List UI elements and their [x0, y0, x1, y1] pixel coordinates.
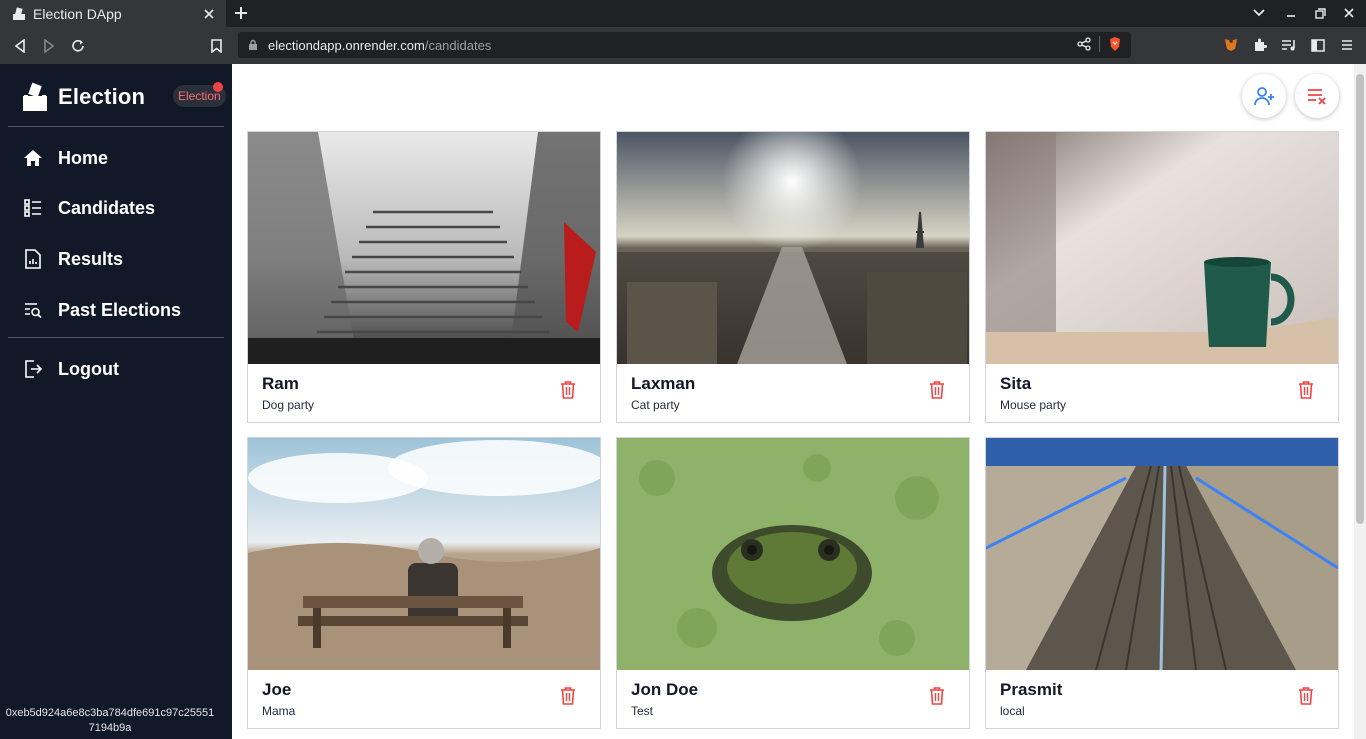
ballot-favicon-icon — [12, 6, 26, 21]
candidate-name: Sita — [1000, 374, 1032, 393]
home-icon — [22, 147, 44, 169]
candidate-party: Test — [631, 704, 654, 718]
delete-candidate-icon[interactable] — [1296, 378, 1316, 400]
delete-candidate-icon[interactable] — [1296, 684, 1316, 706]
candidate-name: Prasmit — [1000, 680, 1063, 699]
sidebar-item-results[interactable]: Results — [22, 244, 123, 274]
sidebar-divider-top — [8, 126, 224, 127]
notification-dot — [213, 82, 223, 92]
sidebar-item-candidates[interactable]: Candidates — [22, 193, 155, 223]
sidebar-item-home[interactable]: Home — [22, 143, 108, 173]
bookmark-icon[interactable] — [206, 36, 226, 56]
url-host: electiondapp.onrender.com — [268, 37, 425, 53]
close-window-icon[interactable] — [1340, 4, 1358, 22]
back-icon[interactable] — [10, 36, 30, 56]
sidebar: Election Election Home Candidates Result… — [0, 64, 232, 739]
omnibox-separator — [1099, 36, 1100, 52]
close-tab-icon[interactable] — [199, 4, 219, 24]
sidebar-toggle-icon[interactable] — [1309, 36, 1327, 54]
candidates-page: Ram Dog party Laxman Cat party Sita Mous… — [232, 64, 1354, 739]
sidebar-divider-bottom — [8, 337, 224, 338]
candidate-party: Cat party — [631, 398, 680, 412]
candidate-card[interactable]: Prasmit local — [985, 437, 1339, 729]
menu-icon[interactable] — [1338, 36, 1356, 54]
extensions-icon[interactable] — [1251, 36, 1269, 54]
candidate-name: Ram — [262, 374, 299, 393]
brave-shields-icon[interactable] — [1108, 36, 1122, 52]
candidate-card[interactable]: Ram Dog party — [247, 131, 601, 423]
candidate-party: local — [1000, 704, 1025, 718]
candidate-name: Joe — [262, 680, 292, 699]
wallet-address: 0xeb5d924a6e8c3ba784dfe691c97c255517194b… — [5, 707, 215, 734]
page-scrollbar[interactable] — [1354, 64, 1366, 739]
sidebar-item-past-elections[interactable]: Past Elections — [22, 295, 181, 325]
lock-icon[interactable] — [247, 39, 259, 51]
candidate-name: Jon Doe — [631, 680, 699, 699]
candidate-photo-green-mug-bed — [986, 132, 1338, 364]
browser-tab-bar: Election DApp — [0, 0, 1366, 27]
address-bar[interactable]: electiondapp.onrender.com/candidates — [238, 32, 1131, 58]
scrollbar-thumb[interactable] — [1356, 74, 1364, 524]
browser-tab[interactable]: Election DApp — [0, 0, 226, 27]
candidate-photo-paris-skyline — [617, 132, 969, 364]
forward-icon[interactable] — [39, 36, 59, 56]
candidate-photo-foggy-stairs — [248, 132, 600, 364]
minimize-icon[interactable] — [1282, 4, 1300, 22]
candidate-card[interactable]: Laxman Cat party — [616, 131, 970, 423]
candidate-card[interactable]: Jon Doe Test — [616, 437, 970, 729]
logout-label: Logout — [58, 358, 119, 379]
url-path: /candidates — [424, 37, 492, 53]
metamask-icon[interactable] — [1222, 36, 1240, 54]
candidate-photo-person-on-bench — [248, 438, 600, 670]
browser-toolbar: electiondapp.onrender.com/candidates — [0, 27, 1366, 64]
document-chart-icon — [22, 248, 44, 270]
candidate-photo-frog-in-pond — [617, 438, 969, 670]
restore-icon[interactable] — [1311, 4, 1329, 22]
reload-icon[interactable] — [68, 36, 88, 56]
candidate-party: Mouse party — [1000, 398, 1067, 412]
search-list-icon — [22, 299, 44, 321]
candidate-photo-railway-tracks — [986, 438, 1338, 670]
logout-button[interactable]: Logout — [22, 354, 119, 384]
add-candidate-button[interactable] — [1242, 74, 1286, 118]
candidate-card[interactable]: Sita Mouse party — [985, 131, 1339, 423]
ballot-box-icon — [22, 82, 48, 112]
delete-candidate-icon[interactable] — [927, 378, 947, 400]
candidate-name: Laxman — [631, 374, 696, 393]
sidebar-item-label: Candidates — [58, 197, 156, 218]
brand[interactable]: Election — [22, 81, 145, 113]
clear-list-icon — [1306, 85, 1328, 107]
tab-search-icon[interactable] — [1250, 4, 1268, 22]
candidate-party: Mama — [262, 704, 296, 718]
delete-candidate-icon[interactable] — [558, 684, 578, 706]
list-icon — [22, 197, 44, 219]
brand-title: Election — [58, 84, 146, 109]
tab-title: Election DApp — [33, 5, 122, 22]
delete-candidate-icon[interactable] — [558, 378, 578, 400]
delete-candidate-icon[interactable] — [927, 684, 947, 706]
sidebar-item-label: Results — [58, 248, 124, 269]
logout-icon — [22, 358, 44, 380]
candidate-party: Dog party — [262, 398, 315, 412]
share-icon[interactable] — [1077, 37, 1091, 51]
add-user-icon — [1253, 85, 1275, 107]
clear-candidates-button[interactable] — [1295, 74, 1339, 118]
sidebar-item-label: Home — [58, 147, 109, 168]
sidebar-item-label: Past Elections — [58, 299, 182, 320]
candidate-card[interactable]: Joe Mama — [247, 437, 601, 729]
new-tab-icon[interactable] — [231, 3, 251, 23]
media-icon[interactable] — [1280, 36, 1298, 54]
